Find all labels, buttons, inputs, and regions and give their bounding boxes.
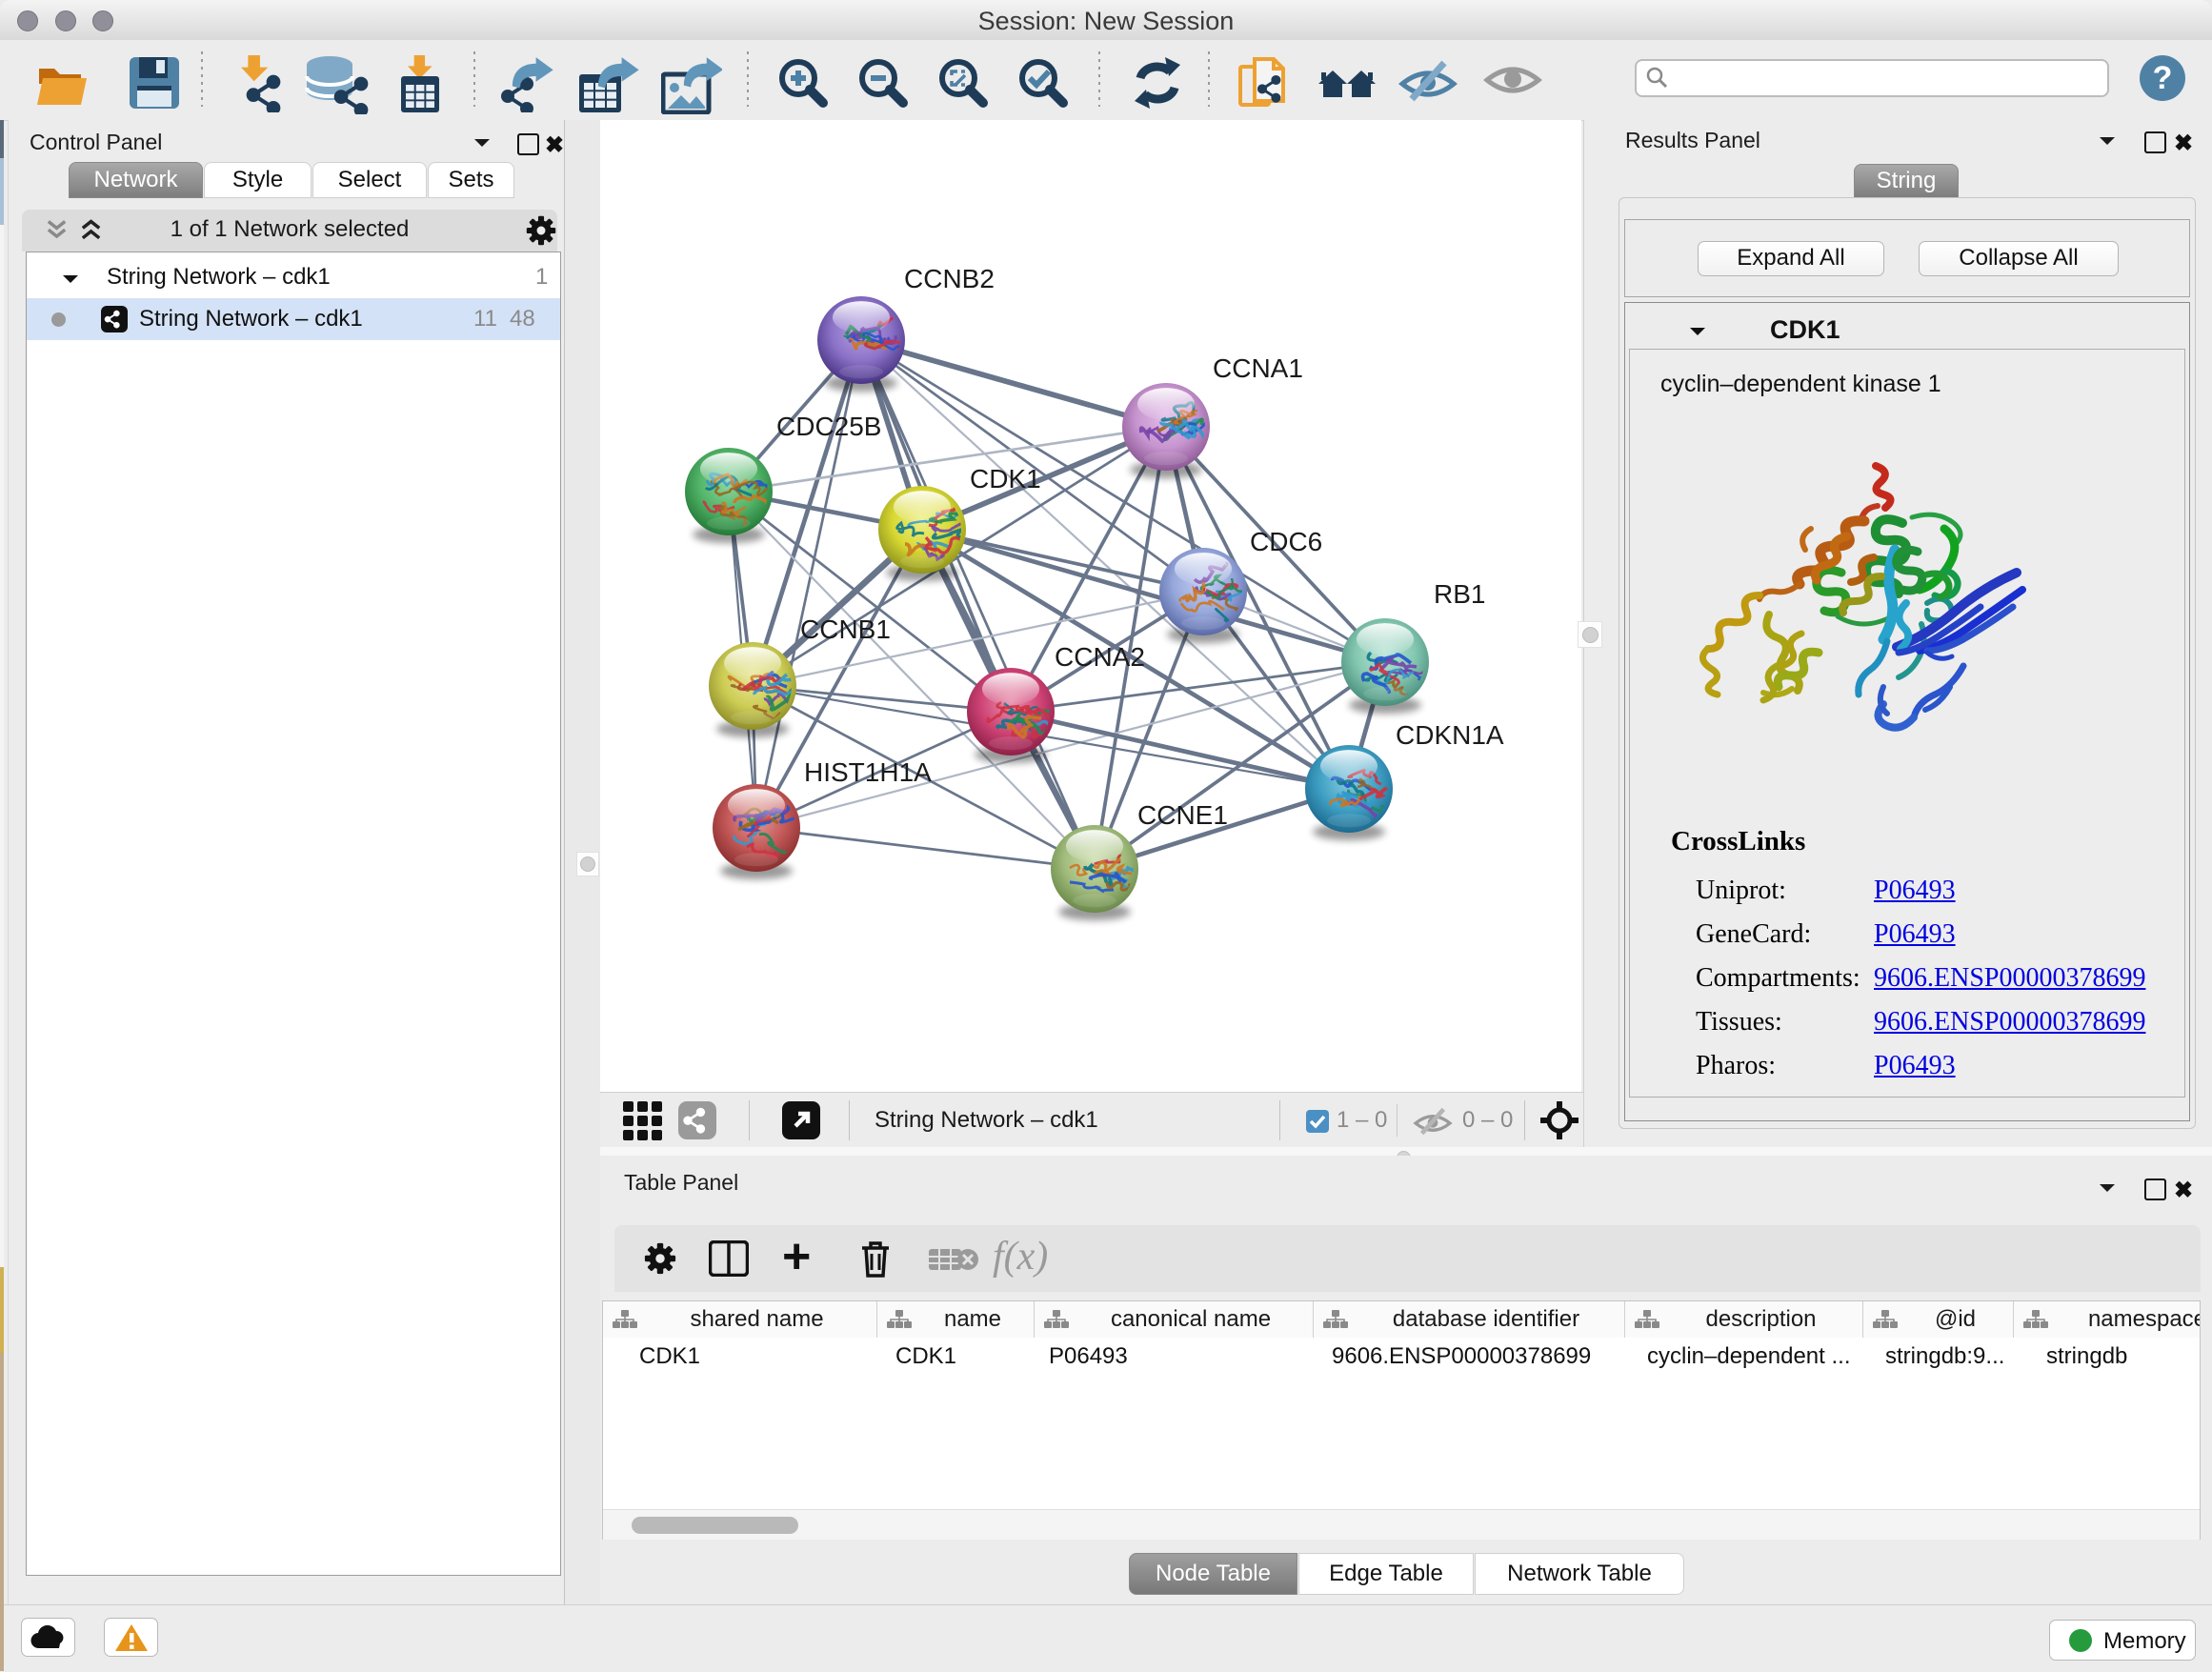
svg-text:CCNB2: CCNB2 (904, 264, 995, 293)
svg-text:RB1: RB1 (1434, 579, 1485, 609)
svg-text:CCNA1: CCNA1 (1213, 353, 1303, 383)
svg-text:CCNA2: CCNA2 (1055, 642, 1145, 672)
svg-text:CCNE1: CCNE1 (1137, 800, 1228, 830)
svg-text:CDC6: CDC6 (1250, 527, 1322, 556)
svg-text:CDKN1A: CDKN1A (1396, 720, 1504, 750)
svg-text:CCNB1: CCNB1 (800, 614, 891, 644)
svg-text:HIST1H1A: HIST1H1A (804, 757, 932, 787)
svg-text:CDC25B: CDC25B (776, 412, 881, 441)
svg-text:CDK1: CDK1 (970, 464, 1041, 494)
